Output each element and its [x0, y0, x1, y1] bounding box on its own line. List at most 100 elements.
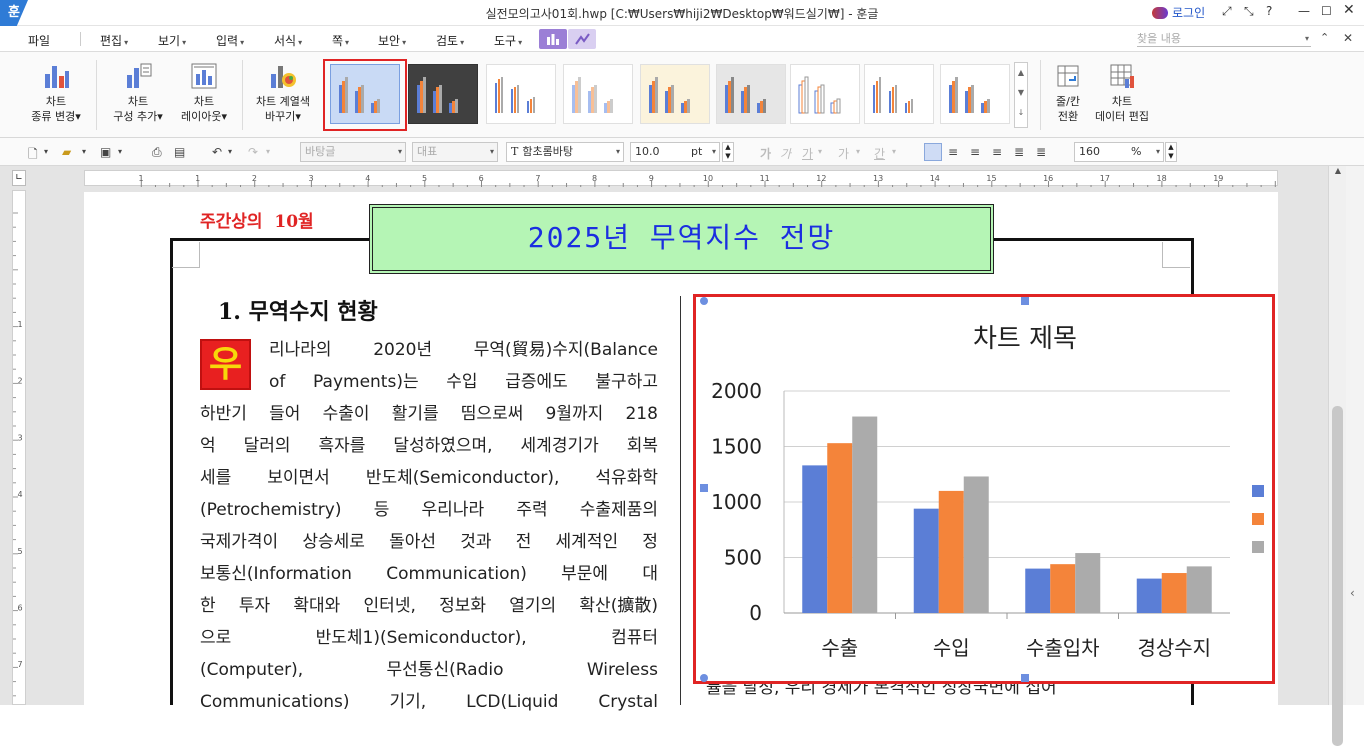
resize-handle[interactable]	[700, 484, 708, 492]
gallery-up-icon[interactable]: ▲	[1015, 63, 1027, 83]
chart-style-8[interactable]	[864, 64, 934, 124]
minimize-icon[interactable]: —	[1298, 4, 1310, 18]
chevron-down-icon[interactable]: ▾	[818, 147, 822, 156]
chart-layout-button[interactable]: 차트 레이아웃▾	[174, 62, 234, 124]
bar-chart[interactable]: 차트 제목 2000 1500 1000 500 0 수출 수입 수출입차 경상수지	[696, 297, 1272, 681]
chevron-down-icon[interactable]: ▾	[266, 147, 270, 156]
chart-bar[interactable]	[963, 476, 989, 613]
login-link[interactable]: 로그인	[1172, 4, 1205, 21]
chart-style-5[interactable]	[640, 64, 710, 124]
chart-title[interactable]: 차트 제목	[973, 324, 1077, 354]
vertical-ruler[interactable]: 1 2 3 4 5 6 7	[12, 190, 26, 739]
align-right-icon[interactable]: ≡	[970, 145, 980, 159]
zoom-stepper[interactable]: ▲ ▼	[1165, 142, 1177, 162]
menu-file[interactable]: 파일	[28, 32, 50, 49]
chart-bar[interactable]	[913, 508, 939, 613]
chart-bar[interactable]	[938, 490, 964, 613]
strikethrough-icon[interactable]: 가	[838, 145, 849, 162]
chart-bar[interactable]	[1075, 553, 1101, 613]
font-color-icon[interactable]: 간	[874, 145, 885, 162]
dropcap-box[interactable]: 우	[200, 339, 251, 390]
redo-icon[interactable]: ↷	[248, 145, 258, 159]
font-size-input[interactable]: 10.0 pt ▾	[630, 142, 720, 162]
chart-bar[interactable]	[1161, 573, 1187, 613]
restore-ribbon-icon[interactable]: ⤡	[1244, 4, 1254, 19]
fullscreen-icon[interactable]: ⤢	[1222, 4, 1232, 19]
chevron-up-icon[interactable]: ⌃	[1320, 31, 1329, 44]
chart-design-tab-icon[interactable]	[539, 29, 567, 49]
maximize-icon[interactable]: ☐	[1321, 4, 1332, 18]
open-folder-icon[interactable]: ▰	[62, 145, 71, 159]
gallery-more-icon[interactable]: ↓	[1015, 103, 1027, 123]
close-ribbon-icon[interactable]: ✕	[1343, 31, 1353, 45]
distribute-icon[interactable]: ≣	[1014, 145, 1024, 159]
resize-handle[interactable]	[700, 674, 708, 682]
chart-bar[interactable]	[1136, 578, 1162, 613]
chart-color-series-button[interactable]: 차트 계열색 바꾸기▾	[250, 62, 316, 124]
chart-style-6[interactable]	[716, 64, 786, 124]
resize-handle[interactable]	[1021, 674, 1029, 682]
panel-expand-icon[interactable]: ‹	[1350, 586, 1355, 600]
chart-style-1[interactable]	[330, 64, 400, 124]
gallery-scroll[interactable]: ▲ ▼ ↓	[1014, 62, 1028, 128]
menu-view[interactable]: 보기 ▾	[158, 32, 186, 49]
switch-row-col-button[interactable]: 줄/칸 전환	[1046, 62, 1090, 124]
align-justify-icon[interactable]	[924, 143, 942, 161]
font-select[interactable]: T 함초롬바탕 ▾	[506, 142, 624, 162]
chevron-down-icon[interactable]: ▾	[892, 147, 896, 156]
print-icon[interactable]: ⎙	[152, 145, 162, 160]
save-icon[interactable]: ▣	[100, 145, 111, 159]
chevron-down-icon[interactable]: ▾	[856, 147, 860, 156]
chart-object[interactable]: 차트 제목 2000 1500 1000 500 0 수출 수입 수출입차 경상수지	[693, 294, 1275, 684]
chevron-down-icon[interactable]: ▾	[228, 147, 232, 156]
align-left-icon[interactable]: ≡	[948, 145, 958, 159]
font-size-stepper[interactable]: ▲ ▼	[722, 142, 734, 162]
chart-bar[interactable]	[1025, 568, 1051, 613]
gallery-down-icon[interactable]: ▼	[1015, 83, 1027, 103]
italic-icon[interactable]: 가	[780, 145, 791, 162]
underline-icon[interactable]: 가	[802, 145, 813, 162]
legend-swatch[interactable]	[1252, 485, 1264, 497]
outline-select[interactable]: 대표 ▾	[412, 142, 498, 162]
print-preview-icon[interactable]: ▤	[174, 145, 185, 159]
bold-icon[interactable]: 가	[760, 145, 771, 162]
chart-style-3[interactable]	[486, 64, 556, 124]
resize-handle[interactable]	[1021, 297, 1029, 305]
menu-tools[interactable]: 도구 ▾	[494, 32, 522, 49]
chevron-down-icon[interactable]: ▾	[118, 147, 122, 156]
account-icon[interactable]	[1152, 7, 1168, 19]
chart-bar[interactable]	[802, 465, 828, 613]
help-icon[interactable]: ?	[1266, 4, 1272, 18]
chart-bar[interactable]	[827, 443, 853, 613]
new-document-icon[interactable]: 🗋	[28, 145, 38, 166]
find-input[interactable]: 찾을 내용 ▾	[1137, 31, 1311, 47]
chart-bar[interactable]	[1186, 566, 1212, 613]
menu-security[interactable]: 보안 ▾	[378, 32, 406, 49]
undo-icon[interactable]: ↶	[212, 145, 222, 159]
document-title-box[interactable]: 2025년 무역지수 전망	[369, 204, 994, 274]
menu-insert[interactable]: 입력 ▾	[216, 32, 244, 49]
chart-style-9[interactable]	[940, 64, 1010, 124]
legend-swatch[interactable]	[1252, 513, 1264, 525]
menu-review[interactable]: 검토 ▾	[436, 32, 464, 49]
chart-data-edit-button[interactable]: 차트 데이터 편집	[1092, 62, 1152, 124]
ruler-tab-icon[interactable]: ∟	[12, 170, 26, 186]
style-select[interactable]: 바탕글 ▾	[300, 142, 406, 162]
chart-format-tab-icon[interactable]	[568, 29, 596, 49]
menu-page[interactable]: 쪽 ▾	[332, 32, 349, 49]
chart-type-button[interactable]: 차트 종류 변경▾	[28, 62, 84, 124]
legend-swatch[interactable]	[1252, 541, 1264, 553]
menu-edit[interactable]: 편집 ▾	[100, 32, 128, 49]
resize-handle[interactable]	[700, 297, 708, 305]
chart-style-2[interactable]	[408, 64, 478, 124]
chevron-down-icon[interactable]: ▾	[44, 147, 48, 156]
menu-format[interactable]: 서식 ▾	[274, 32, 302, 49]
zoom-input[interactable]: 160% ▾	[1074, 142, 1164, 162]
divide-icon[interactable]: ≣	[1036, 145, 1046, 159]
scroll-thumb[interactable]	[1332, 406, 1343, 746]
horizontal-ruler[interactable]: 1 1 2 3 4 5 6 7 8 9 10 11 12 13 14 15 16 17 18 19	[84, 170, 1278, 187]
chevron-down-icon[interactable]: ▾	[82, 147, 86, 156]
chart-style-4[interactable]	[563, 64, 633, 124]
chart-bar[interactable]	[852, 416, 878, 613]
add-chart-element-button[interactable]: 차트 구성 추가▾	[108, 62, 168, 124]
